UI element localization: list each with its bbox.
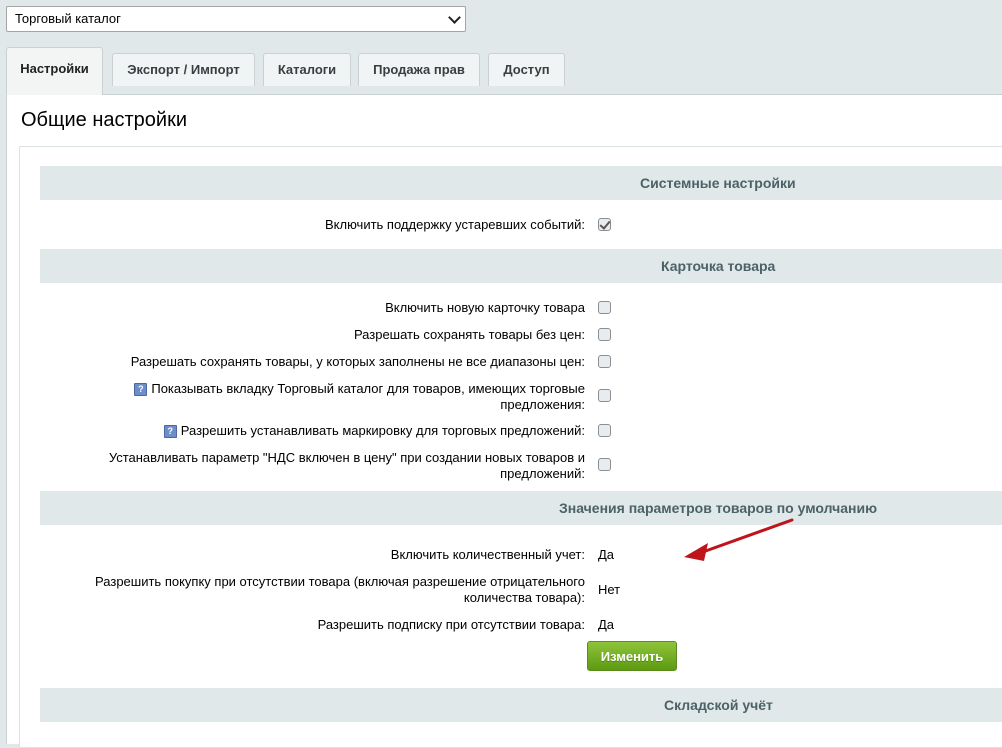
row-label: ? Разрешить устанавливать маркировку для …	[163, 423, 585, 439]
row-label: Включить новую карточку товара	[385, 300, 585, 315]
chevron-down-icon	[448, 11, 461, 24]
section-header-defaults: Значения параметров товаров по умолчанию	[40, 491, 1002, 525]
quantity-tracking-value: Да	[598, 547, 615, 562]
module-select[interactable]: Торговый каталог	[6, 6, 466, 32]
help-icon[interactable]: ?	[134, 383, 148, 397]
settings-panel: Общие настройки Системные настройки Вклю…	[6, 94, 1002, 748]
section-title: Складской учёт	[664, 697, 773, 713]
tab-label: Доступ	[503, 62, 550, 77]
row-label: Разрешить покупку при отсутствии товара …	[95, 574, 585, 605]
help-icon[interactable]: ?	[163, 425, 177, 439]
change-button[interactable]: Изменить	[587, 641, 677, 671]
tab-access[interactable]: Доступ	[488, 53, 565, 86]
tab-catalogs[interactable]: Каталоги	[263, 53, 351, 86]
section-header-product-card: Карточка товара	[40, 249, 1002, 283]
vat-included-checkbox[interactable]	[598, 458, 611, 471]
tab-rights-sale[interactable]: Продажа прав	[358, 53, 480, 86]
legacy-events-checkbox[interactable]	[598, 218, 611, 231]
tab-export-import[interactable]: Экспорт / Импорт	[112, 53, 255, 86]
row-label: Включить количественный учет:	[390, 547, 585, 562]
page-title: Общие настройки	[21, 109, 187, 131]
tab-settings[interactable]: Настройки	[6, 47, 103, 95]
section-title: Карточка товара	[661, 258, 776, 274]
row-label: Устанавливать параметр "НДС включен в це…	[108, 450, 585, 481]
save-without-prices-checkbox[interactable]	[598, 328, 611, 341]
row-label: Разрешить подписку при отсутствии товара…	[317, 617, 585, 632]
section-header-system: Системные настройки	[40, 166, 1002, 200]
row-label: ? Показывать вкладку Торговый каталог для…	[134, 381, 585, 413]
tab-label: Экспорт / Импорт	[127, 62, 240, 77]
show-catalog-tab-checkbox[interactable]	[598, 389, 611, 402]
offer-marking-checkbox[interactable]	[598, 424, 611, 437]
tab-label: Каталоги	[277, 62, 337, 77]
allow-negative-value: Нет	[598, 582, 621, 597]
section-title: Системные настройки	[640, 175, 796, 191]
tab-label: Продажа прав	[373, 62, 465, 77]
tab-label: Настройки	[20, 61, 89, 76]
row-label: Разрешать сохранять товары, у которых за…	[130, 354, 585, 369]
annotation-arrow-icon	[684, 518, 794, 561]
subscription-value: Да	[598, 617, 615, 632]
row-label: Разрешать сохранять товары без цен:	[353, 327, 585, 342]
settings-form: Системные настройки Включить поддержку у…	[19, 146, 1002, 748]
section-header-warehouse: Складской учёт	[40, 688, 1002, 722]
module-select-value: Торговый каталог	[15, 11, 121, 26]
row-label: Включить поддержку устаревших событий:	[325, 217, 585, 232]
save-partial-ranges-checkbox[interactable]	[598, 355, 611, 368]
new-product-card-checkbox[interactable]	[598, 301, 611, 314]
